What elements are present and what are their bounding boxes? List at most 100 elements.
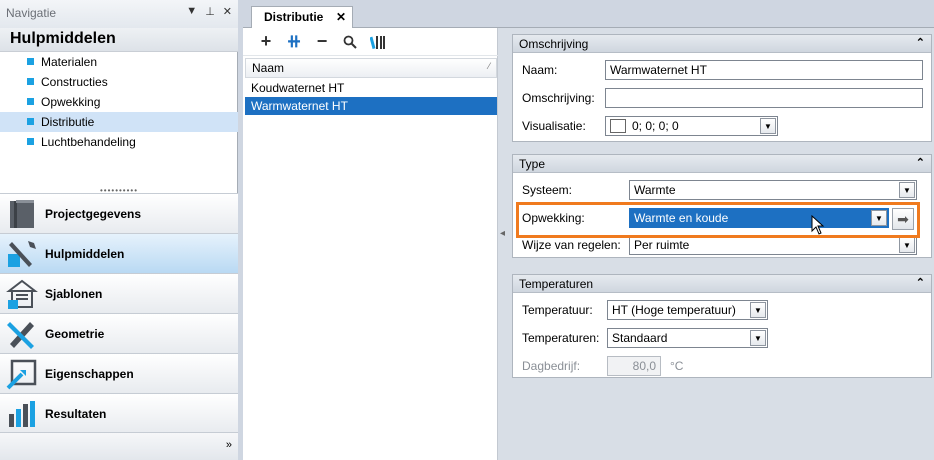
section-header: Hulpmiddelen xyxy=(0,28,238,52)
list-toolbar: + ⧺ − xyxy=(243,28,498,56)
navigation-panel-title: Navigatie ▼ ⊥ ✕ xyxy=(0,0,238,28)
group-title: Temperaturen xyxy=(519,277,594,291)
button-label: Hulpmiddelen xyxy=(45,247,125,261)
temperaturen-value: Standaard xyxy=(612,331,668,345)
group-header[interactable]: Omschrijving ⌃ xyxy=(513,35,931,53)
bullet-icon xyxy=(27,98,34,105)
column-header-naam[interactable]: Naam ⁄ xyxy=(245,58,497,78)
regelen-label: Wijze van regelen: xyxy=(522,238,621,252)
nav-item-label: Materialen xyxy=(41,55,98,69)
group-temperaturen: Temperaturen ⌃ Temperatuur: HT (Hoge tem… xyxy=(512,274,932,378)
bullet-icon xyxy=(27,138,34,145)
nav-item-opwekking[interactable]: Opwekking xyxy=(0,92,238,112)
geometry-button[interactable]: Geometrie xyxy=(0,313,238,353)
navigation-footer: » xyxy=(0,432,238,460)
button-label: Projectgegevens xyxy=(45,207,142,221)
group-header[interactable]: Type ⌃ xyxy=(513,155,931,173)
properties-pane: Omschrijving ⌃ Naam: Warmwaternet HT Oms… xyxy=(508,28,934,460)
close-tab-icon[interactable]: ✕ xyxy=(336,10,346,24)
nav-item-distributie[interactable]: Distributie xyxy=(0,112,238,132)
systeem-value: Warmte xyxy=(634,183,676,197)
document-tab-bar: Distributie ✕ xyxy=(243,0,934,28)
group-title: Omschrijving xyxy=(519,37,589,51)
results-icon xyxy=(9,401,35,427)
properties-button[interactable]: Eigenschappen xyxy=(0,353,238,393)
column-header-label: Naam xyxy=(252,61,285,75)
nav-item-label: Luchtbehandeling xyxy=(41,135,136,149)
collapse-icon[interactable]: ⌃ xyxy=(916,36,925,49)
pin-icon[interactable]: ⊥ xyxy=(205,5,215,18)
nav-item-constructies[interactable]: Constructies xyxy=(0,72,238,92)
collapse-arrow-icon[interactable]: ◂ xyxy=(500,228,505,239)
geometry-icon xyxy=(7,322,34,349)
temperatuur-label: Temperatuur: xyxy=(522,303,593,317)
add-icon[interactable]: + xyxy=(257,31,275,51)
systeem-select[interactable]: Warmte ▼ xyxy=(629,180,917,200)
bullet-icon xyxy=(27,78,34,85)
arrow-right-icon: ➡ xyxy=(897,211,909,227)
chevron-down-icon[interactable]: ▼ xyxy=(750,302,766,318)
add-copy-icon[interactable]: ⧺ xyxy=(285,31,303,51)
list-item[interactable]: Koudwaternet HT xyxy=(245,79,497,97)
dagbedrijf-field: 80,0 xyxy=(607,356,661,376)
templates-button[interactable]: Sjablonen xyxy=(0,273,238,313)
project-icon xyxy=(10,200,34,228)
button-label: Sjablonen xyxy=(45,287,103,301)
chevron-down-icon[interactable]: ▼ xyxy=(750,330,766,346)
bullet-icon xyxy=(27,118,34,125)
group-omschrijving: Omschrijving ⌃ Naam: Warmwaternet HT Oms… xyxy=(512,34,932,142)
temperatuur-select[interactable]: HT (Hoge temperatuur) ▼ xyxy=(607,300,768,320)
remove-icon[interactable]: − xyxy=(313,31,331,51)
temperaturen-label: Temperaturen: xyxy=(522,331,600,345)
collapse-icon[interactable]: ⌃ xyxy=(916,156,925,169)
library-icon[interactable] xyxy=(369,33,387,51)
omschrijving-field[interactable] xyxy=(605,88,923,108)
visualisatie-select[interactable]: 0; 0; 0; 0 ▼ xyxy=(605,116,778,136)
search-icon[interactable] xyxy=(341,33,359,51)
visualisatie-label: Visualisatie: xyxy=(522,119,586,133)
tool-list: Materialen Constructies Opwekking Distri… xyxy=(0,52,238,152)
button-label: Eigenschappen xyxy=(45,367,134,381)
naam-field[interactable]: Warmwaternet HT xyxy=(605,60,923,80)
group-header[interactable]: Temperaturen ⌃ xyxy=(513,275,931,293)
mouse-cursor-icon xyxy=(811,215,825,235)
nav-item-label: Distributie xyxy=(41,115,95,129)
pane-splitter[interactable]: ◂ xyxy=(498,28,508,460)
systeem-label: Systeem: xyxy=(522,183,573,197)
chevron-down-icon[interactable]: ▼ xyxy=(760,118,776,134)
list-item-selected[interactable]: Warmwaternet HT xyxy=(245,97,497,115)
tools-button[interactable]: Hulpmiddelen xyxy=(0,233,238,273)
tab-label: Distributie xyxy=(264,10,324,24)
dropdown-icon[interactable]: ▼ xyxy=(186,5,197,18)
group-title: Type xyxy=(519,157,546,171)
regelen-select[interactable]: Per ruimte ▼ xyxy=(629,235,917,255)
project-button[interactable]: Projectgegevens xyxy=(0,193,238,233)
omschrijving-label: Omschrijving: xyxy=(522,91,595,105)
navigation-title-text: Navigatie xyxy=(6,6,57,20)
button-label: Geometrie xyxy=(45,327,105,341)
dagbedrijf-value: 80,0 xyxy=(632,359,656,373)
template-icon xyxy=(6,279,38,309)
highlight-frame xyxy=(516,202,920,238)
nav-item-label: Opwekking xyxy=(41,95,101,109)
list-item-label: Koudwaternet HT xyxy=(251,81,345,95)
goto-arrow-button[interactable]: ➡ xyxy=(892,208,914,230)
list-pane: + ⧺ − Naam ⁄ Koudwaternet HT Warmwaterne… xyxy=(243,28,498,460)
dagbedrijf-label: Dagbedrijf: xyxy=(522,359,581,373)
collapse-icon[interactable]: ⌃ xyxy=(916,276,925,289)
more-buttons-icon[interactable]: » xyxy=(226,439,232,451)
bullet-icon xyxy=(27,58,34,65)
close-icon[interactable]: ✕ xyxy=(223,5,232,18)
chevron-down-icon[interactable]: ▼ xyxy=(899,237,915,253)
navigation-panel: Navigatie ▼ ⊥ ✕ Hulpmiddelen Materialen … xyxy=(0,0,238,460)
visualisatie-value: 0; 0; 0; 0 xyxy=(632,119,679,133)
color-swatch xyxy=(610,118,626,133)
results-button[interactable]: Resultaten xyxy=(0,393,238,433)
nav-item-materialen[interactable]: Materialen xyxy=(0,52,238,72)
tab-distributie[interactable]: Distributie ✕ xyxy=(251,6,353,28)
nav-item-luchtbehandeling[interactable]: Luchtbehandeling xyxy=(0,132,238,152)
chevron-down-icon[interactable]: ▼ xyxy=(899,182,915,198)
nav-item-label: Constructies xyxy=(41,75,108,89)
naam-label: Naam: xyxy=(522,63,558,77)
temperaturen-select[interactable]: Standaard ▼ xyxy=(607,328,768,348)
